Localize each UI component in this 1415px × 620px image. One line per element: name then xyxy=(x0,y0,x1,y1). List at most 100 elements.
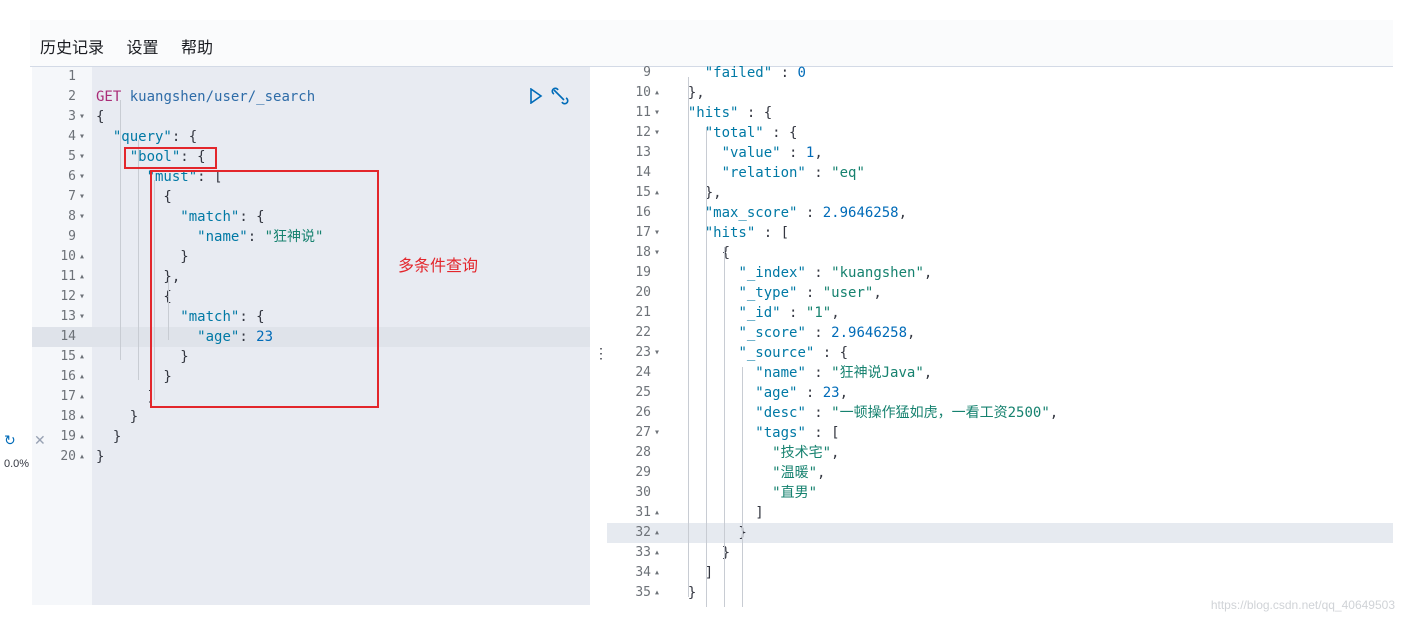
code-text: { xyxy=(96,109,105,125)
line-number: 2 xyxy=(68,89,76,104)
line-number: 9 xyxy=(68,229,76,244)
fold-toggle-icon[interactable]: ▴ xyxy=(79,447,85,467)
close-icon[interactable]: ✕ xyxy=(34,432,46,449)
line-number: 15 xyxy=(60,349,76,364)
code-text: ] xyxy=(96,389,156,405)
wrench-icon[interactable] xyxy=(550,86,570,106)
fold-toggle-icon[interactable]: ▴ xyxy=(79,407,85,427)
fold-toggle-icon[interactable]: ▾ xyxy=(654,123,660,143)
fold-toggle-icon[interactable]: ▴ xyxy=(654,523,660,543)
response-line: 17 ▾ "hits" : [ xyxy=(607,223,1393,243)
code-text: "技术宅", xyxy=(772,445,840,461)
code-text: "total" : { xyxy=(704,125,798,141)
line-number: 15 xyxy=(635,185,651,200)
fold-toggle-icon[interactable]: ▴ xyxy=(79,247,85,267)
fold-toggle-icon[interactable]: ▴ xyxy=(79,387,85,407)
request-line: 18 ▴ } xyxy=(32,407,590,427)
menu: 历史记录 设置 帮助 xyxy=(40,34,231,58)
fold-toggle-icon[interactable]: ▾ xyxy=(654,103,660,123)
fold-toggle-icon[interactable]: ▴ xyxy=(654,83,660,103)
line-number: 30 xyxy=(635,485,651,500)
line-number: 6 xyxy=(68,169,76,184)
line-number: 21 xyxy=(635,305,651,320)
line-number: 9 xyxy=(643,65,651,80)
fold-toggle-icon[interactable]: ▾ xyxy=(79,307,85,327)
fold-toggle-icon[interactable]: ▾ xyxy=(79,167,85,187)
line-number: 20 xyxy=(60,449,76,464)
fold-toggle-icon[interactable]: ▾ xyxy=(654,243,660,263)
line-number: 7 xyxy=(68,189,76,204)
line-number: 3 xyxy=(68,109,76,124)
pane-resize-handle[interactable]: ⋮ xyxy=(594,345,608,362)
code-text: "tags" : [ xyxy=(755,425,840,441)
line-number: 19 xyxy=(635,265,651,280)
code-text: "_score" : 2.9646258, xyxy=(738,325,916,341)
console-menu-bar: 历史记录 设置 帮助 xyxy=(30,20,1393,67)
indent-guide xyxy=(724,247,725,607)
line-number: 10 xyxy=(635,85,651,100)
response-line: 12 ▾ "total" : { xyxy=(607,123,1393,143)
run-request-button[interactable] xyxy=(529,87,543,105)
fold-toggle-icon[interactable]: ▾ xyxy=(654,223,660,243)
line-number: 11 xyxy=(60,269,76,284)
fold-toggle-icon[interactable]: ▴ xyxy=(654,543,660,563)
request-line: 20 ▴} xyxy=(32,447,590,467)
indent-guide xyxy=(138,140,139,380)
fold-toggle-icon[interactable]: ▴ xyxy=(79,267,85,287)
line-number: 8 xyxy=(68,209,76,224)
indent-guide xyxy=(706,127,707,607)
request-line: 4 ▾ "query": { xyxy=(32,127,590,147)
response-line: 16 "max_score" : 2.9646258, xyxy=(607,203,1393,223)
line-number: 12 xyxy=(60,289,76,304)
fold-toggle-icon[interactable]: ▾ xyxy=(79,287,85,307)
line-number: 14 xyxy=(635,165,651,180)
fold-toggle-icon[interactable]: ▴ xyxy=(79,427,85,447)
response-line: 11 ▾ "hits" : { xyxy=(607,103,1393,123)
fold-toggle-icon[interactable]: ▴ xyxy=(654,503,660,523)
code-text: }, xyxy=(671,185,722,201)
code-text: } xyxy=(671,585,697,601)
code-text: "温暖", xyxy=(772,465,826,481)
line-number: 35 xyxy=(635,585,651,600)
fold-toggle-icon[interactable]: ▾ xyxy=(654,343,660,363)
code-text: } xyxy=(96,449,105,465)
menu-settings[interactable]: 设置 xyxy=(126,40,158,57)
response-line: 15 ▴ }, xyxy=(607,183,1393,203)
fold-toggle-icon[interactable]: ▴ xyxy=(654,583,660,603)
line-number: 17 xyxy=(60,389,76,404)
line-number: 18 xyxy=(635,245,651,260)
fold-toggle-icon[interactable]: ▴ xyxy=(79,367,85,387)
menu-history[interactable]: 历史记录 xyxy=(40,40,104,57)
code-text: "hits" : { xyxy=(687,105,773,121)
response-line: 9 "failed" : 0 xyxy=(607,63,1393,83)
line-number: 29 xyxy=(635,465,651,480)
request-line: 2 GET kuangshen/user/_search xyxy=(32,87,590,107)
fold-toggle-icon[interactable]: ▾ xyxy=(79,127,85,147)
response-line: 13 "value" : 1, xyxy=(607,143,1393,163)
code-text: "_type" : "user", xyxy=(738,285,882,301)
line-number: 31 xyxy=(635,505,651,520)
fold-toggle-icon[interactable]: ▾ xyxy=(79,147,85,167)
line-number: 33 xyxy=(635,545,651,560)
fold-toggle-icon[interactable]: ▾ xyxy=(654,423,660,443)
fold-toggle-icon[interactable]: ▴ xyxy=(79,347,85,367)
line-number: 13 xyxy=(60,309,76,324)
fold-toggle-icon[interactable]: ▾ xyxy=(79,207,85,227)
line-number: 13 xyxy=(635,145,651,160)
watermark: https://blog.csdn.net/qq_40649503 xyxy=(1210,598,1395,612)
fold-toggle-icon[interactable]: ▾ xyxy=(79,107,85,127)
fold-toggle-icon[interactable]: ▴ xyxy=(654,183,660,203)
code-text: "age" : 23, xyxy=(755,385,849,401)
response-viewer: 9 "failed" : 0 10 ▴ }, 11 ▾ "hits" : {12 ▾ "t… xyxy=(607,65,1393,607)
refresh-icon[interactable]: ↻ xyxy=(4,432,16,449)
request-code-area-rest[interactable] xyxy=(92,467,590,605)
fold-toggle-icon[interactable]: ▴ xyxy=(654,563,660,583)
code-text: "_id" : "1", xyxy=(738,305,840,321)
fold-toggle-icon[interactable]: ▾ xyxy=(79,187,85,207)
code-text: "直男" xyxy=(772,485,818,501)
menu-help[interactable]: 帮助 xyxy=(181,40,213,57)
line-number: 26 xyxy=(635,405,651,420)
code-text: "name" : "狂神说Java", xyxy=(755,365,933,381)
code-text: "failed" : 0 xyxy=(704,65,806,81)
code-text: } xyxy=(671,525,747,541)
